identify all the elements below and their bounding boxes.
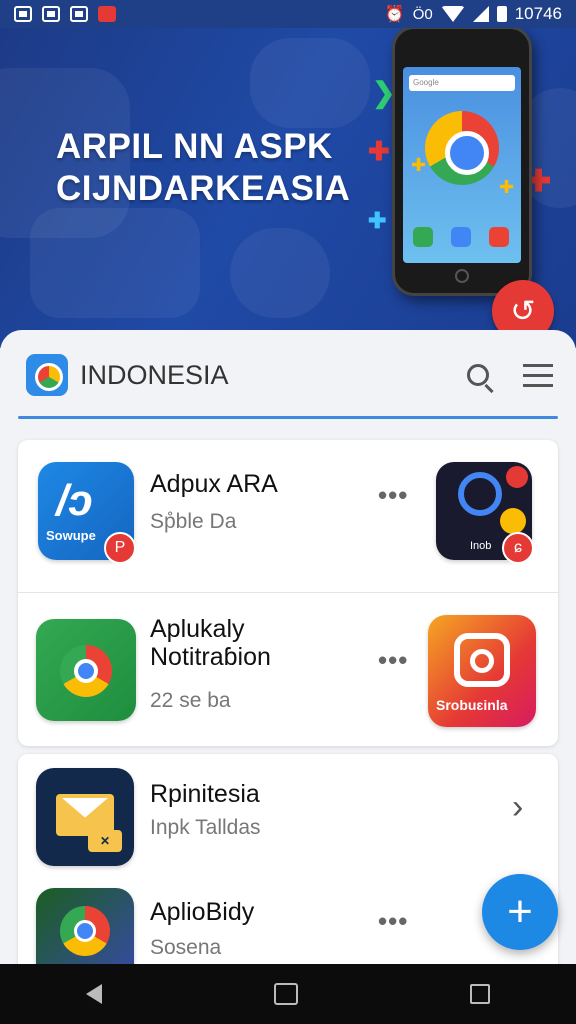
status-bar: ⏰ Ö0 10746 (0, 0, 576, 28)
add-fab-button[interactable]: + (482, 874, 558, 950)
plus-decoration-icon: ✚ (368, 136, 390, 166)
more-options-icon[interactable]: ••• (378, 645, 408, 676)
phone-search-bar: Google (409, 75, 515, 91)
signal-icon (472, 6, 489, 22)
badge-icon: ɕ (502, 532, 534, 564)
app-title: Rpinitesia (150, 780, 260, 808)
notification-icon (14, 6, 32, 22)
alarm-icon: ⏰ (384, 6, 405, 23)
compass-icon (458, 472, 502, 516)
app-card: /ɔ Sowupe P Adpux ARA Sp̊ble Da ••• Inob… (18, 440, 558, 746)
list-item[interactable]: Aplukaly Notitraɓion 22 se ba ••• Srobuɛ… (18, 593, 558, 746)
app-header: INDONESIA (26, 348, 558, 402)
search-button[interactable] (458, 355, 498, 395)
notification-icon (42, 6, 60, 22)
content-sheet: INDONESIA /ɔ Sowupe P Adpux ARA Sp̊ble D… (0, 330, 576, 974)
system-nav-bar (0, 964, 576, 1024)
list-item[interactable]: ✕ Rpinitesia Inpk Talldas › (18, 754, 558, 870)
app-icon: Inob ɕ (436, 462, 534, 564)
app-title: Adpux ARA (150, 470, 278, 498)
plus-decoration-icon: ✚ (499, 177, 515, 197)
chevron-right-icon[interactable]: › (512, 788, 523, 827)
phone-home-button (455, 269, 469, 283)
app-title: AplioBidy (150, 898, 255, 926)
app-logo-icon (26, 354, 68, 396)
brand-title: INDONESIA (80, 359, 229, 390)
plus-decoration-icon: ✚ (411, 155, 427, 175)
more-options-icon[interactable]: ••• (378, 480, 408, 511)
dot-icon (506, 466, 528, 488)
more-options-icon[interactable]: ••• (378, 906, 408, 937)
menu-button[interactable] (518, 355, 558, 395)
maps-icon (60, 906, 110, 956)
hamburger-icon (523, 363, 553, 387)
app-icon-caption: Inob (470, 540, 492, 552)
app-icon-caption: Sowupe (46, 528, 96, 543)
hero-title-line: CIJNDARKEASIA (56, 169, 351, 208)
notification-icon (98, 6, 116, 22)
app-icon-mark: /ɔ (56, 476, 93, 525)
recents-icon[interactable] (470, 984, 490, 1004)
header-divider (18, 416, 558, 419)
app-mini-icon (413, 227, 433, 247)
notification-icon (70, 6, 88, 22)
app-mini-icon (489, 227, 509, 247)
hero-title: ARPIL NN ASPK CIJNDARKEASIA (56, 126, 350, 210)
app-subtitle: Inpk Talldas (150, 816, 261, 839)
home-icon[interactable] (274, 983, 298, 1005)
app-icon (36, 619, 136, 721)
battery-icon (496, 6, 507, 22)
phone-illustration: Google ✚ ✚ (392, 28, 532, 296)
search-icon (467, 364, 489, 386)
back-icon[interactable] (86, 984, 102, 1004)
chrome-logo-icon (425, 111, 499, 185)
hero-banner[interactable]: ARPIL NN ASPK CIJNDARKEASIA ✚ ✚ ❯ ✚ Goog… (0, 28, 576, 348)
app-title: Aplukaly Notitraɓion (150, 615, 271, 671)
app-icon (36, 888, 134, 974)
app-icon: ✕ (36, 768, 134, 866)
chrome-logo-icon (60, 645, 112, 697)
dot-icon (500, 508, 526, 534)
list-item[interactable]: /ɔ Sowupe P Adpux ARA Sp̊ble Da ••• Inob… (18, 440, 558, 592)
phone-screen: Google ✚ ✚ (403, 67, 521, 263)
list-item[interactable]: AplioBidy Sosena ••• (18, 872, 558, 974)
app-icon: Srobuɛinla (428, 615, 536, 727)
badge-icon: ✕ (88, 830, 122, 852)
app-subtitle: Sp̊ble Da (150, 510, 237, 533)
app-card: ✕ Rpinitesia Inpk Talldas › AplioBidy So… (18, 754, 558, 974)
app-subtitle: 22 se ba (150, 689, 231, 712)
clock: 10746 (514, 4, 562, 23)
network-label: Ö0 (412, 5, 433, 23)
hero-title-line: ARPIL NN ASPK (56, 127, 333, 166)
camera-icon (454, 633, 510, 687)
plus-decoration-icon: ✚ (368, 208, 387, 233)
wifi-icon (440, 6, 465, 22)
app-subtitle: Sosena (150, 936, 222, 959)
badge-icon: P (104, 532, 136, 564)
app-mini-icon (451, 227, 471, 247)
app-icon: /ɔ Sowupe P (38, 462, 136, 564)
app-screen: ⏰ Ö0 10746 ARPIL NN ASPK CIJNDARKEASIA ✚… (0, 0, 576, 1024)
app-icon-caption: Srobuɛinla (436, 697, 508, 713)
